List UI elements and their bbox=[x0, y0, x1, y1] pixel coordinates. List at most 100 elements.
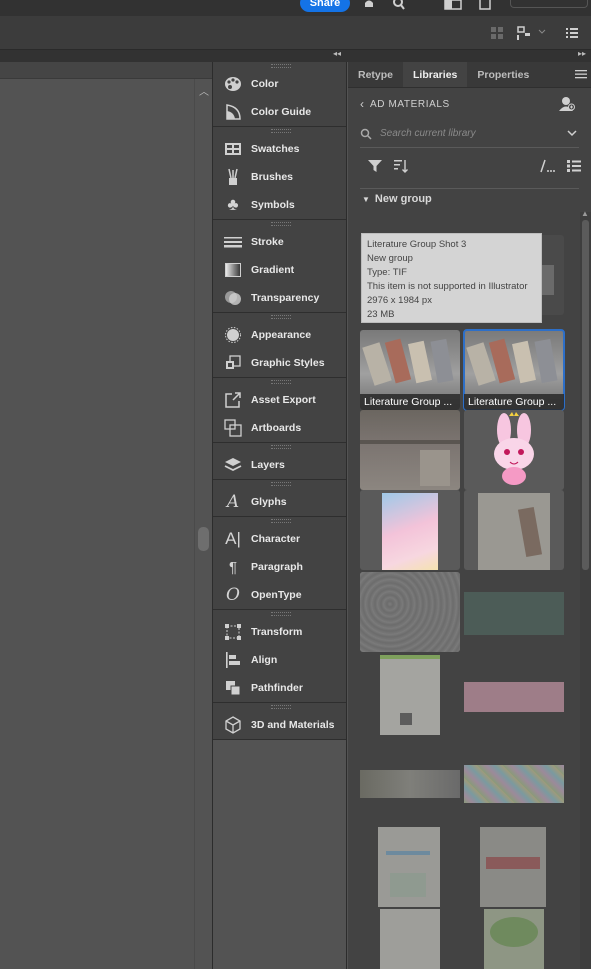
search-icon[interactable] bbox=[392, 0, 406, 10]
color-palette-icon bbox=[223, 75, 243, 93]
control-bar bbox=[0, 16, 591, 50]
dock-item-transparency[interactable]: Transparency bbox=[213, 284, 346, 312]
tab-properties[interactable]: Properties bbox=[467, 62, 539, 87]
align-icon bbox=[223, 651, 243, 669]
dock-item-color-guide[interactable]: Color Guide bbox=[213, 98, 346, 126]
scroll-up-icon[interactable]: ︿ bbox=[199, 83, 209, 98]
search-input[interactable] bbox=[380, 128, 550, 139]
share-button[interactable]: Share bbox=[300, 0, 350, 12]
dock-item-brushes[interactable]: Brushes bbox=[213, 163, 346, 191]
panel-tabs: Retype Libraries Properties bbox=[348, 62, 591, 88]
panel-dock: Color Color Guide Swatches Brushes ♣ Sym… bbox=[212, 62, 347, 969]
dock-item-swatches[interactable]: Swatches bbox=[213, 135, 346, 163]
list-view-icon[interactable] bbox=[567, 159, 581, 173]
layers-icon bbox=[223, 456, 243, 474]
asset-thumbnail[interactable] bbox=[360, 909, 460, 969]
dock-item-symbols[interactable]: ♣ Symbols bbox=[213, 191, 346, 219]
asset-thumbnail[interactable] bbox=[464, 827, 564, 907]
dock-item-appearance[interactable]: Appearance bbox=[213, 321, 346, 349]
dock-item-stroke[interactable]: Stroke bbox=[213, 228, 346, 256]
collapse-panels-icon[interactable]: ▸▸ bbox=[578, 49, 586, 58]
group-grip[interactable] bbox=[213, 313, 346, 321]
dock-item-transform[interactable]: Transform bbox=[213, 618, 346, 646]
artboard-canvas[interactable] bbox=[0, 79, 194, 969]
group-grip[interactable] bbox=[213, 220, 346, 228]
collapse-dock-icon[interactable]: ◂◂ bbox=[333, 49, 341, 58]
dock-item-character[interactable]: A| Character bbox=[213, 525, 346, 553]
filter-icon[interactable] bbox=[368, 159, 382, 173]
tab-libraries[interactable]: Libraries bbox=[403, 62, 468, 87]
asset-thumbnail[interactable] bbox=[360, 655, 460, 735]
window-control[interactable] bbox=[510, 0, 588, 8]
dock-item-pathfinder[interactable]: Pathfinder bbox=[213, 674, 346, 702]
group-header[interactable]: ▼ New group bbox=[348, 189, 591, 209]
library-header: ‹ AD MATERIALS bbox=[348, 88, 591, 120]
dock-item-graphic-styles[interactable]: Graphic Styles bbox=[213, 349, 346, 377]
back-chevron-icon[interactable]: ‹ bbox=[360, 97, 364, 111]
dock-item-glyphs[interactable]: A Glyphs bbox=[213, 488, 346, 516]
invite-user-icon[interactable] bbox=[559, 96, 575, 112]
dock-item-3d-materials[interactable]: 3D and Materials bbox=[213, 711, 346, 739]
library-toolbar bbox=[348, 148, 591, 184]
group-grip[interactable] bbox=[213, 517, 346, 525]
asset-thumbnail[interactable] bbox=[360, 735, 460, 815]
dock-item-opentype[interactable]: O OpenType bbox=[213, 581, 346, 609]
chevron-down-icon[interactable] bbox=[538, 28, 546, 36]
asset-thumbnail[interactable] bbox=[464, 909, 564, 969]
dock-group-appearance: Appearance Graphic Styles bbox=[213, 313, 346, 378]
library-name[interactable]: AD MATERIALS bbox=[370, 99, 450, 110]
asset-thumbnail[interactable] bbox=[464, 410, 564, 490]
asset-thumbnail[interactable] bbox=[464, 572, 564, 652]
stroke-icon bbox=[223, 233, 243, 251]
graphic-styles-icon bbox=[223, 354, 243, 372]
chevron-down-icon[interactable] bbox=[567, 128, 577, 138]
group-grip[interactable] bbox=[213, 378, 346, 386]
asset-thumbnail[interactable] bbox=[360, 827, 460, 907]
asset-thumbnail[interactable] bbox=[464, 735, 564, 815]
scroll-thumb[interactable] bbox=[198, 527, 209, 551]
group-grip[interactable] bbox=[213, 610, 346, 618]
dock-item-artboards[interactable]: Artboards bbox=[213, 414, 346, 442]
library-scrollbar[interactable]: ▲ bbox=[580, 209, 591, 969]
arrange-grid-icon[interactable] bbox=[490, 26, 504, 40]
workspace-switcher-icon[interactable] bbox=[444, 0, 462, 10]
dock-group-stroke: Stroke Gradient Transparency bbox=[213, 220, 346, 313]
group-grip[interactable] bbox=[213, 703, 346, 711]
character-icon: A| bbox=[225, 529, 241, 548]
canvas-vertical-scrollbar[interactable]: ︿ bbox=[194, 79, 212, 969]
swatches-icon bbox=[223, 140, 243, 158]
asset-thumbnail[interactable] bbox=[360, 490, 460, 570]
brushes-icon bbox=[223, 168, 243, 186]
asset-thumbnail[interactable] bbox=[360, 410, 460, 490]
dock-item-color[interactable]: Color bbox=[213, 70, 346, 98]
color-guide-icon bbox=[223, 103, 243, 121]
symbols-icon: ♣ bbox=[227, 195, 239, 214]
dock-item-paragraph[interactable]: ¶ Paragraph bbox=[213, 553, 346, 581]
notification-bell-icon[interactable] bbox=[362, 0, 376, 10]
dock-item-gradient[interactable]: Gradient bbox=[213, 256, 346, 284]
transform-icon bbox=[223, 623, 243, 641]
dock-item-align[interactable]: Align bbox=[213, 646, 346, 674]
asset-thumbnail-selected[interactable]: Literature Group ... bbox=[463, 329, 565, 411]
panel-menu-icon[interactable] bbox=[575, 68, 587, 80]
properties-list-icon[interactable] bbox=[565, 26, 579, 40]
asset-thumbnail[interactable] bbox=[464, 655, 564, 735]
group-grip[interactable] bbox=[213, 62, 346, 70]
align-options-icon[interactable] bbox=[516, 25, 532, 41]
scroll-up-icon[interactable]: ▲ bbox=[581, 209, 589, 218]
group-grip[interactable] bbox=[213, 127, 346, 135]
text-style-icon[interactable] bbox=[539, 159, 555, 173]
bunny-character-image bbox=[494, 412, 534, 485]
asset-thumbnail[interactable] bbox=[464, 490, 564, 570]
dock-item-layers[interactable]: Layers bbox=[213, 451, 346, 479]
group-grip[interactable] bbox=[213, 443, 346, 451]
dock-item-asset-export[interactable]: Asset Export bbox=[213, 386, 346, 414]
tab-retype[interactable]: Retype bbox=[348, 62, 403, 87]
asset-thumbnail[interactable]: Literature Group ... bbox=[360, 330, 460, 410]
document-icon[interactable] bbox=[478, 0, 492, 10]
sort-icon[interactable] bbox=[394, 159, 408, 173]
scroll-thumb[interactable] bbox=[582, 220, 589, 570]
asset-thumbnail[interactable] bbox=[360, 572, 460, 652]
group-grip[interactable] bbox=[213, 480, 346, 488]
caret-down-icon: ▼ bbox=[362, 194, 370, 204]
